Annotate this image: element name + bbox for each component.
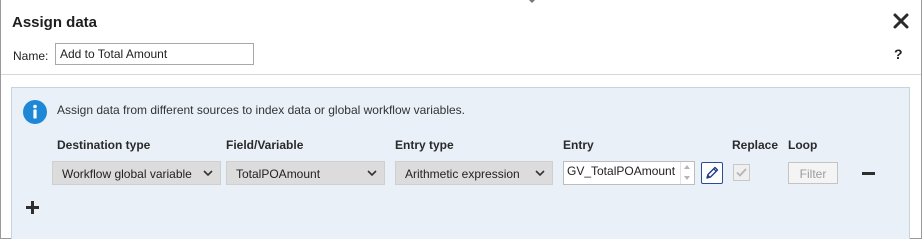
name-label: Name:: [13, 49, 49, 63]
loop-filter-button[interactable]: Filter: [788, 162, 838, 184]
destination-type-select[interactable]: Workflow global variable: [52, 161, 221, 185]
caret-indicator-icon: [529, 0, 535, 3]
entry-type-select[interactable]: Arithmetic expression: [395, 161, 553, 185]
scroll-down-icon[interactable]: [684, 176, 690, 180]
header-divider: [1, 74, 921, 75]
field-variable-value: TotalPOAmount: [236, 167, 321, 181]
plus-icon[interactable]: [26, 200, 40, 214]
column-header-destination-type: Destination type: [57, 138, 151, 152]
entry-textarea[interactable]: GV_TotalPOAmount: [563, 161, 695, 185]
entry-scrollbar[interactable]: [680, 162, 694, 184]
help-button[interactable]: ?: [894, 46, 903, 62]
entry-value: GV_TotalPOAmount: [567, 164, 676, 178]
checkmark-icon: [736, 168, 747, 177]
pencil-icon: [706, 166, 719, 179]
replace-checkbox[interactable]: [733, 164, 750, 181]
column-header-entry-type: Entry type: [395, 138, 454, 152]
destination-type-value: Workflow global variable: [62, 167, 192, 181]
column-header-entry: Entry: [563, 138, 594, 152]
minus-icon[interactable]: [862, 172, 875, 175]
chevron-down-icon: [203, 170, 213, 177]
edit-expression-button[interactable]: [701, 162, 723, 184]
dialog-title: Assign data: [12, 14, 98, 31]
field-variable-select[interactable]: TotalPOAmount: [226, 161, 385, 185]
column-header-loop: Loop: [788, 138, 818, 152]
close-icon[interactable]: [891, 11, 911, 31]
entry-type-value: Arithmetic expression: [405, 167, 520, 181]
scroll-up-icon[interactable]: [684, 165, 690, 169]
info-text: Assign data from different sources to in…: [57, 103, 465, 117]
name-input[interactable]: [55, 43, 254, 65]
column-header-field-variable: Field/Variable: [226, 138, 304, 152]
chevron-down-icon: [535, 170, 545, 177]
chevron-down-icon: [367, 170, 377, 177]
column-header-replace: Replace: [732, 138, 779, 152]
info-icon: [23, 100, 47, 124]
